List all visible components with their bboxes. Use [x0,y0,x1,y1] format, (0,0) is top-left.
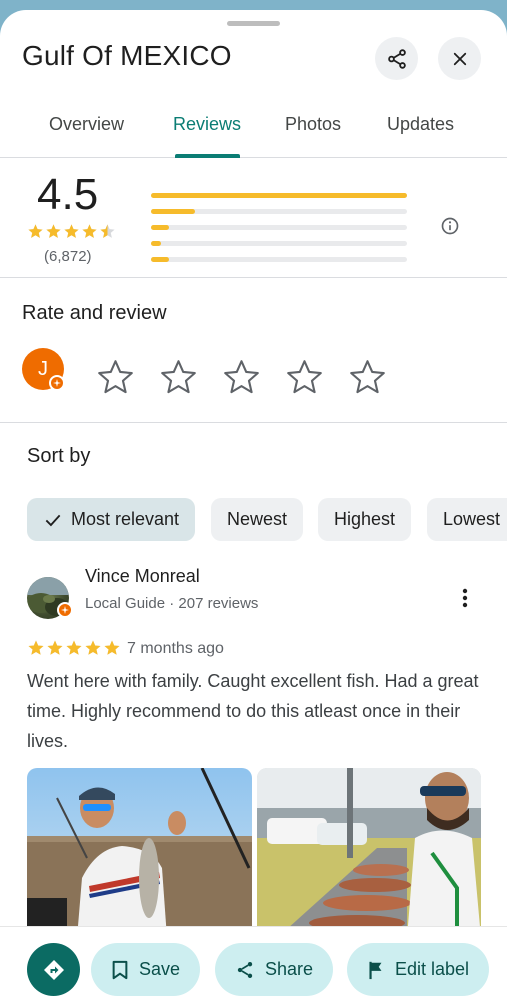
rate-star-5-icon[interactable] [348,358,387,397]
active-tab-indicator [175,154,240,158]
sort-chip-highest[interactable]: Highest [318,498,412,541]
place-title: Gulf Of MEXICO [22,40,232,71]
save-label: Save [139,959,181,979]
share-icon [387,48,406,69]
rating-bar-fill [151,193,407,198]
flag-icon [369,961,382,979]
divider [0,277,507,278]
rating-bar-3-star[interactable] [151,225,407,230]
sort-chip-lowest[interactable]: Lowest [427,498,507,541]
check-icon [45,514,61,526]
rating-bar-fill [151,257,169,262]
rate-stars [96,358,387,397]
review-text: Went here with family. Caught excellent … [27,671,479,751]
save-button[interactable]: Save [91,943,201,996]
tab-overview[interactable]: Overview [49,114,124,135]
sort-chip-label: Most relevant [71,509,180,529]
star-icon [66,640,82,655]
review-photo-catch[interactable] [257,768,481,938]
tab-reviews[interactable]: Reviews [173,114,241,135]
review-time: 7 months ago [127,640,224,657]
share-header-button[interactable] [375,37,418,80]
reviewer-name[interactable]: Vince Monreal [85,566,200,587]
close-button[interactable] [438,37,481,80]
rate-star-3-icon[interactable] [222,358,261,397]
average-rating-stars [27,223,116,240]
star-icon [46,224,61,238]
star-icon [104,640,120,655]
star-icon [47,640,63,655]
rate-star-4-icon[interactable] [285,358,324,397]
sort-chip-label: Newest [227,509,288,529]
divider [0,422,507,423]
star-icon [100,224,115,238]
share-label: Share [265,959,314,979]
more-options-icon[interactable] [455,587,475,609]
edit-label-text: Edit label [395,959,470,979]
close-icon [453,52,466,65]
action-bar: Save Share Edit label [0,926,507,1000]
directions-button[interactable] [27,943,80,996]
local-guide-badge-icon [57,602,73,618]
star-icon [82,224,97,238]
star-icon [28,224,43,238]
user-initial: J [38,357,48,380]
user-avatar[interactable]: J [22,348,65,391]
info-icon[interactable] [440,216,460,236]
star-icon [85,640,101,655]
local-guide-badge-icon [49,375,65,391]
review-photo-angler[interactable] [27,768,252,938]
star-icon [28,640,44,655]
average-rating: 4.5 [37,170,99,219]
rating-bar-1-star[interactable] [151,257,407,262]
rating-bar-2-star[interactable] [151,241,407,246]
sort-by-label: Sort by [27,445,91,467]
share-icon [237,961,253,978]
place-sheet: Gulf Of MEXICO Overview Reviews Photos U… [0,10,507,1000]
tab-updates[interactable]: Updates [387,114,454,135]
sort-chip-label: Highest [334,509,396,529]
directions-icon [43,959,64,980]
rate-star-1-icon[interactable] [96,358,135,397]
rating-bar-fill [151,209,195,214]
sort-chip-label: Lowest [443,509,501,529]
tab-bar: Overview Reviews Photos Updates [0,106,507,158]
review-count: (6,872) [44,248,92,265]
review-stars [27,639,121,657]
rating-bar-4-star[interactable] [151,209,407,214]
sort-chip-most-relevant[interactable]: Most relevant [27,498,196,541]
reviewer-meta: Local Guide · 207 reviews [85,595,259,612]
edit-label-button[interactable]: Edit label [347,943,490,996]
rating-bar-5-star[interactable] [151,193,407,198]
rate-and-review-heading: Rate and review [22,302,167,324]
drag-handle[interactable] [227,21,280,26]
bookmark-icon [112,960,128,979]
share-button[interactable]: Share [215,943,334,996]
rating-bar-fill [151,241,162,246]
star-icon [64,224,79,238]
sort-chip-newest[interactable]: Newest [211,498,304,541]
tab-photos[interactable]: Photos [285,114,341,135]
rate-star-2-icon[interactable] [159,358,198,397]
rating-bar-fill [151,225,169,230]
